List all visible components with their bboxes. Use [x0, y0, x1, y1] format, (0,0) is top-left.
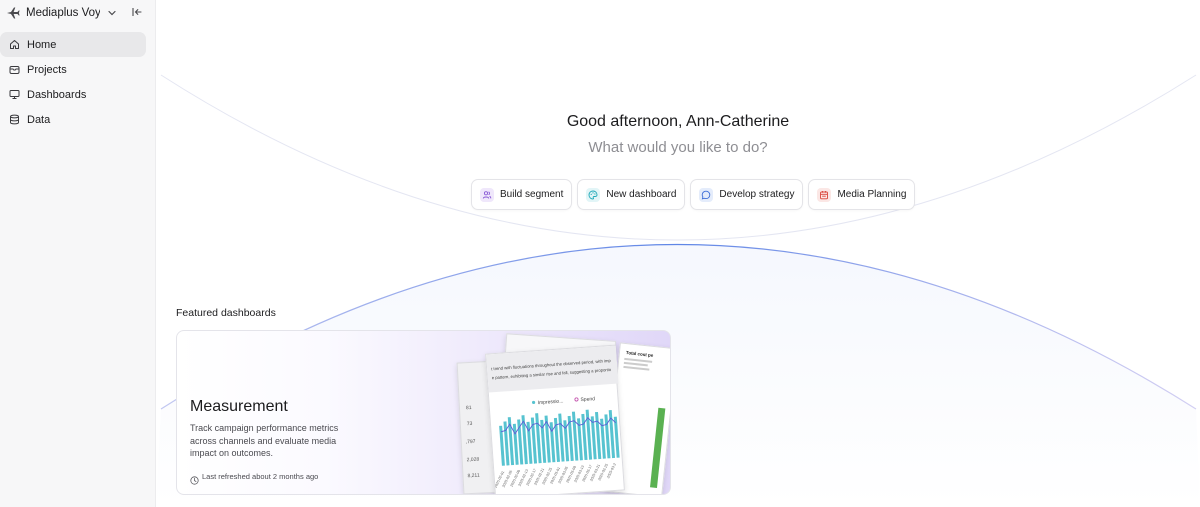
legend-swatch-spend — [574, 397, 579, 402]
sidebar-item-label: Data — [27, 113, 51, 126]
sidebar-item-label: Projects — [27, 63, 67, 76]
sidebar-item-data[interactable]: Data — [0, 107, 146, 132]
palette-icon — [586, 187, 601, 202]
folder-icon — [8, 64, 20, 76]
legend-label: Impressio... — [537, 398, 563, 406]
card-description: Track campaign performance metrics acros… — [190, 423, 339, 458]
action-label: Develop strategy — [719, 189, 795, 200]
greeting-title: Good afternoon, Ann-Catherine — [566, 113, 790, 130]
sidebar-nav: Home Projects Dashboards Data — [0, 32, 156, 132]
y-tick: ,797 — [466, 439, 476, 446]
build-segment-button[interactable]: Build segment — [471, 179, 573, 210]
calendar-icon — [817, 187, 832, 202]
action-label: New dashboard — [606, 189, 677, 200]
action-label: Media Planning — [837, 189, 907, 200]
card-title: Measurement — [190, 398, 288, 415]
home-icon — [8, 39, 20, 51]
quick-actions: Build segment New dashboard Develop stra… — [471, 179, 916, 210]
chevron-down-icon[interactable] — [106, 6, 118, 18]
sidebar-item-label: Home — [27, 38, 57, 51]
dashboard-preview-thumbnail: 81 73 ,797 2,028 8,211 Total cost pe t t… — [456, 331, 670, 494]
sidebar-item-label: Dashboards — [27, 88, 87, 101]
greeting-subtitle: What would you like to do? — [588, 139, 768, 156]
featured-dashboards-heading: Featured dashboards — [176, 307, 276, 319]
y-tick: 73 — [467, 421, 473, 427]
y-tick: 8,211 — [467, 473, 480, 480]
users-icon — [480, 187, 494, 202]
monitor-icon — [8, 89, 20, 101]
sidebar: Mediaplus Voya... Home Projects Dashboar… — [0, 0, 156, 507]
action-label: Build segment — [500, 189, 564, 200]
legend-label: Spend — [580, 396, 595, 403]
y-tick: 81 — [466, 405, 472, 411]
workspace-switcher[interactable]: Mediaplus Voya... — [6, 4, 150, 22]
legend-swatch-impressions — [531, 400, 536, 405]
develop-strategy-button[interactable]: Develop strategy — [690, 179, 804, 210]
y-tick: 2,028 — [467, 457, 480, 464]
sidebar-item-home[interactable]: Home — [0, 32, 146, 57]
side-label: Total cost pe — [626, 350, 654, 358]
preview-chart: t trend with fluctuations throughout the… — [486, 345, 620, 489]
chat-icon — [699, 187, 714, 202]
workspace-name: Mediaplus Voya... — [26, 7, 100, 19]
collapse-sidebar-icon[interactable] — [130, 5, 144, 19]
sidebar-item-projects[interactable]: Projects — [0, 57, 146, 82]
preview-bar — [613, 416, 620, 458]
media-planning-button[interactable]: Media Planning — [808, 179, 916, 210]
clock-icon — [190, 472, 199, 485]
database-icon — [8, 114, 20, 126]
preview-sheet-front: t trend with fluctuations throughout the… — [485, 344, 625, 494]
sidebar-item-dashboards[interactable]: Dashboards — [0, 82, 146, 107]
main-content: Good afternoon, Ann-Catherine What would… — [156, 0, 1200, 507]
plane-icon — [6, 6, 20, 20]
new-dashboard-button[interactable]: New dashboard — [577, 179, 686, 210]
card-last-refreshed: Last refreshed about 2 months ago — [190, 472, 318, 485]
dashboard-card-measurement[interactable]: Measurement Track campaign performance m… — [176, 330, 671, 495]
